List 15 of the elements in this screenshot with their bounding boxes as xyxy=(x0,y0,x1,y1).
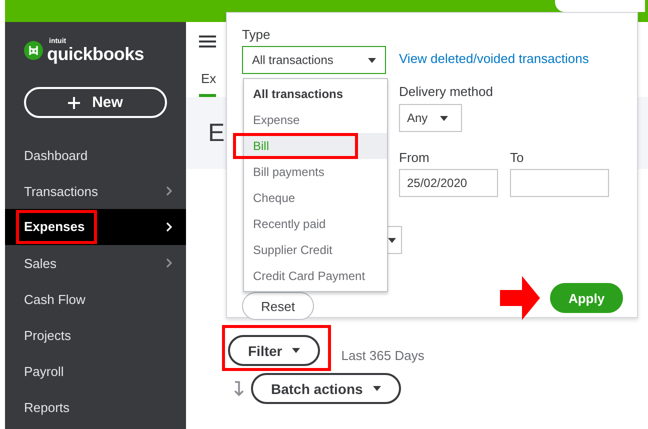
item-label: Payroll xyxy=(24,364,64,378)
item-label: Projects xyxy=(24,328,71,342)
item-label: Dashboard xyxy=(24,148,88,162)
to-label: To xyxy=(510,150,525,165)
page-title: E xyxy=(208,118,225,148)
from-label: From xyxy=(399,150,430,165)
item-label: Cash Flow xyxy=(24,292,86,306)
item-label: Sales xyxy=(24,256,57,270)
item-label: Expenses xyxy=(24,219,85,234)
date-range-text: Last 365 Days xyxy=(341,348,424,362)
type-label: Type xyxy=(242,27,272,42)
app-logo-text: quickbooks xyxy=(47,44,144,62)
item-label: Reports xyxy=(24,400,70,414)
item-label: Transactions xyxy=(24,184,98,198)
delivery-method-label: Delivery method xyxy=(399,84,494,99)
